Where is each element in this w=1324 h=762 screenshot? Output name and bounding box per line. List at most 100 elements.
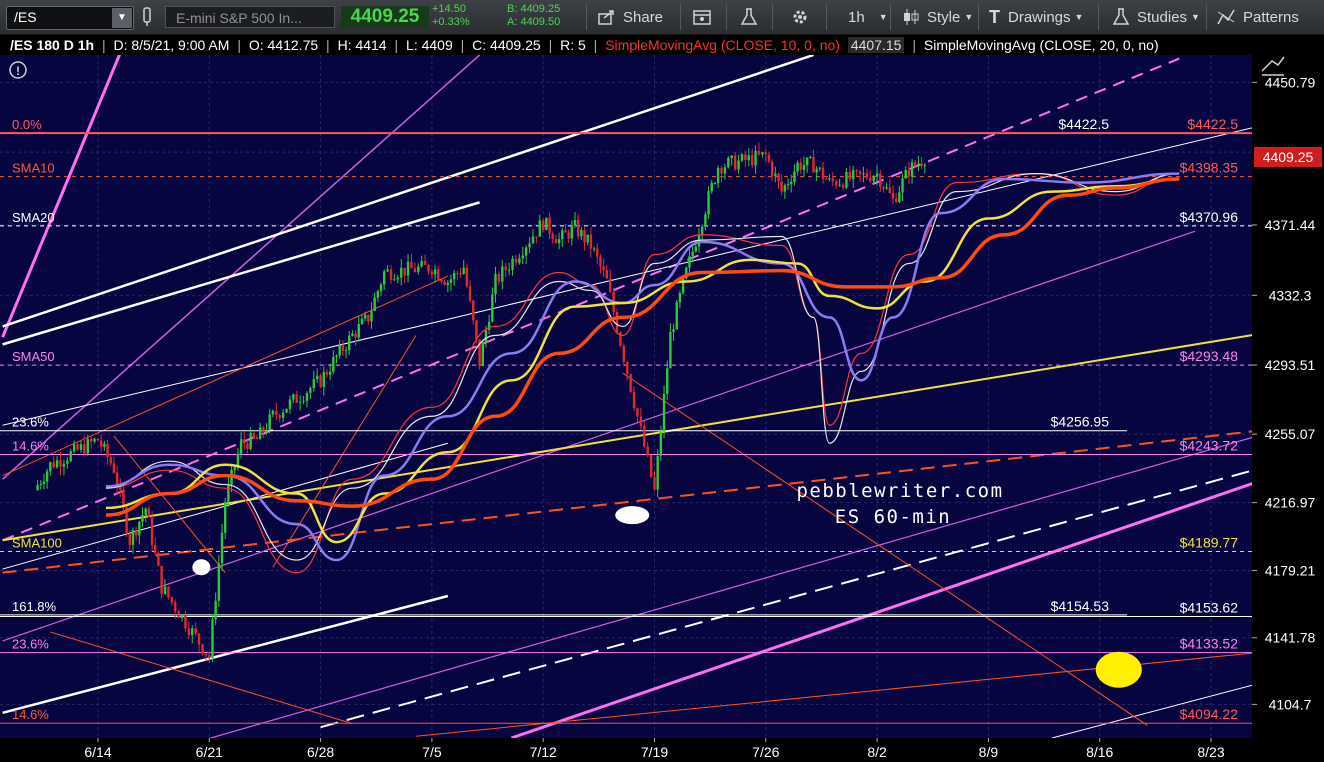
candle-body	[285, 408, 288, 413]
level-right-label: $4133.52	[1180, 636, 1239, 652]
candle-body	[531, 236, 535, 244]
candle-body	[675, 302, 678, 330]
info-divider: |	[394, 37, 399, 53]
candle-body	[793, 171, 796, 182]
timeframe-button[interactable]: 1h ▼	[848, 0, 888, 34]
candle-body	[227, 484, 230, 503]
candle-body	[103, 443, 106, 447]
patterns-button[interactable]: Patterns	[1216, 0, 1299, 34]
candle-body	[646, 446, 649, 456]
candle-body	[373, 297, 376, 311]
drawings-label: Drawings	[1008, 8, 1071, 26]
info-bar: /ES 180 D 1h | D: 8/5/21, 9:00 AM | O: 4…	[0, 35, 1250, 55]
candle-body	[42, 481, 46, 485]
candle-body	[184, 615, 187, 629]
candle-body	[917, 163, 920, 166]
timeframe-dropdown-icon: ▼	[878, 12, 888, 22]
candle-body	[494, 273, 497, 295]
price-chart[interactable]: 0.0% $4422.5 $4422.5 SMA10 $4398.35 SMA20 $437…	[0, 55, 1324, 762]
level-right-label: $4293.48	[1180, 348, 1239, 364]
info-divider: |	[912, 37, 916, 53]
time-axis-panel	[0, 738, 1252, 762]
candle-body	[177, 611, 180, 618]
price-tick-label: 4255.07	[1265, 426, 1316, 442]
price-tick-label: 4216.97	[1265, 495, 1316, 511]
info-divider: |	[326, 37, 330, 53]
patterns-icon	[1217, 9, 1235, 25]
candle-body	[497, 273, 501, 282]
candle-body	[99, 440, 103, 447]
candles-icon	[904, 9, 919, 25]
calendar-button[interactable]	[692, 0, 712, 34]
candle-body	[656, 455, 659, 490]
candle-body	[400, 267, 403, 278]
candle-body	[780, 181, 783, 192]
candle-body	[357, 324, 360, 338]
candle-body	[420, 260, 423, 267]
gear-icon	[793, 10, 807, 24]
candle-body	[548, 217, 551, 234]
level-right-label: $4370.96	[1180, 209, 1239, 225]
candle-body	[258, 427, 262, 440]
candle-body	[417, 266, 420, 273]
candle-body	[838, 184, 841, 186]
price-tick-label: 4293.51	[1265, 357, 1316, 373]
candle-body	[904, 170, 907, 179]
candle-body	[855, 170, 858, 172]
candle-body	[554, 239, 558, 244]
drawings-dropdown-icon: ▼	[1074, 12, 1084, 22]
candle-body	[672, 329, 675, 333]
candle-body	[83, 444, 86, 454]
info-divider: |	[101, 37, 106, 53]
candle-body	[557, 239, 561, 244]
info-divider: |	[593, 37, 598, 53]
candle-body	[567, 232, 570, 239]
candle-body	[888, 187, 892, 193]
symbol-input[interactable]: /ES ▼	[6, 6, 134, 30]
candle-body	[818, 167, 822, 169]
symbol-dropdown-icon[interactable]: ▼	[112, 8, 132, 28]
level-right-label: $4243.72	[1180, 438, 1239, 454]
candle-body	[504, 266, 507, 271]
candle-body	[239, 439, 243, 454]
candle-body	[45, 471, 49, 482]
price-tick-label: 4450.79	[1265, 74, 1316, 90]
candle-body	[160, 565, 163, 594]
candle-body	[831, 178, 835, 182]
candle-body	[220, 532, 224, 564]
candle-body	[302, 400, 305, 402]
studies-button[interactable]: Studies ▼	[1112, 0, 1200, 34]
candle-body	[262, 427, 265, 433]
candle-body	[312, 379, 315, 389]
share-button[interactable]: Share	[597, 0, 663, 34]
candle-body	[59, 460, 62, 467]
candle-body	[379, 284, 383, 292]
level-left-label: 14.6%	[12, 707, 49, 722]
flask-button[interactable]	[740, 0, 758, 34]
candle-body	[410, 261, 413, 269]
candle-body	[52, 462, 55, 468]
last-price: 4409.25	[341, 6, 429, 28]
level-left-label: 23.6%	[12, 415, 49, 430]
candle-body	[744, 154, 747, 161]
toolbar-divider	[1098, 4, 1099, 30]
candle-body	[322, 372, 325, 388]
info-divider: |	[237, 37, 241, 53]
candle-body	[592, 248, 596, 250]
candle-body	[427, 264, 430, 272]
candle-body	[580, 229, 583, 237]
candle-body	[799, 162, 802, 170]
info-divider: |	[460, 37, 465, 53]
settings-button[interactable]	[790, 0, 810, 34]
candle-body	[704, 214, 707, 227]
candle-body	[622, 345, 626, 362]
candle-body	[367, 314, 370, 322]
time-tick-label: 7/19	[641, 744, 668, 760]
pin-icon[interactable]	[141, 0, 153, 34]
drawings-button[interactable]: T Drawings ▼	[989, 0, 1083, 34]
share-icon	[598, 10, 614, 25]
candle-body	[848, 171, 852, 180]
style-button[interactable]: Style ▼	[902, 0, 973, 34]
candle-body	[430, 271, 434, 275]
candle-body	[707, 191, 710, 215]
